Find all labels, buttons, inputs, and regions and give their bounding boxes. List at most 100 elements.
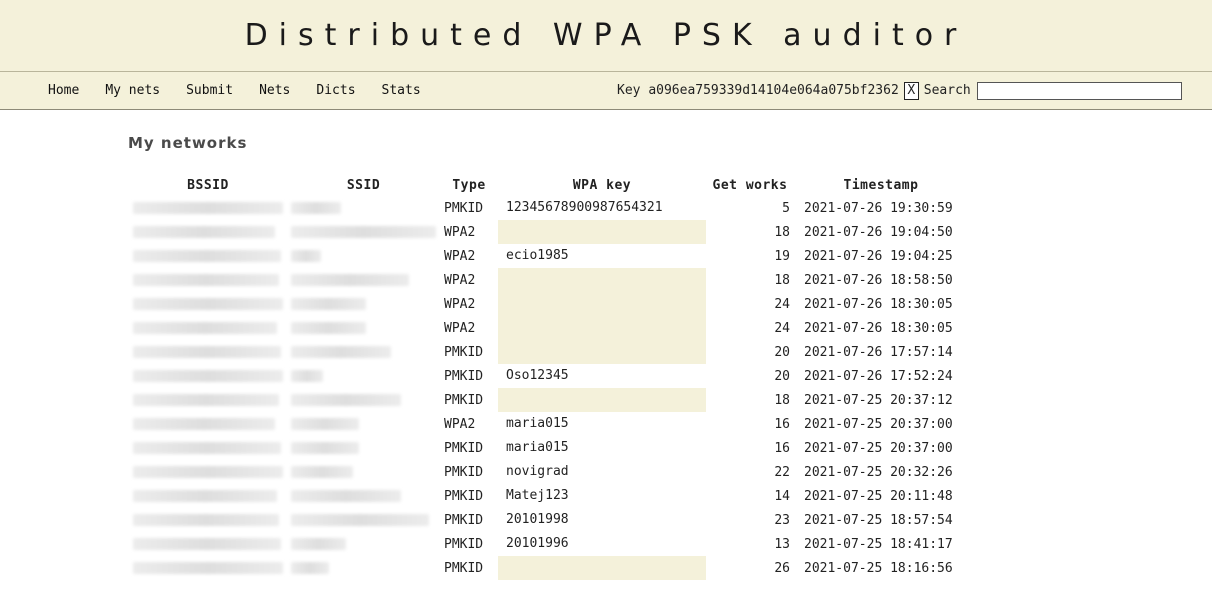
key-search-area: Key a096ea759339d14104e064a075bf2362 X S… — [617, 72, 1182, 109]
get-works-cell: 5 — [782, 200, 790, 216]
get-works-cell: 18 — [774, 392, 790, 408]
nav-my-nets[interactable]: My nets — [105, 83, 160, 98]
table-row: PMKID Oso12345 20 2021-07-26 17:52:24 — [129, 364, 968, 388]
wpa-key-value: novigrad — [506, 464, 569, 479]
bssid-cell — [129, 220, 287, 244]
timestamp-cell: 2021-07-26 17:52:24 — [804, 368, 953, 384]
redacted-bssid — [133, 298, 283, 310]
wpa-key-cell: maria015 — [498, 436, 706, 460]
ssid-cell — [287, 460, 440, 484]
wpa-key-value: ecio1985 — [506, 248, 569, 263]
redacted-ssid — [291, 274, 409, 286]
ssid-cell — [287, 292, 440, 316]
type-cell: PMKID — [444, 536, 484, 552]
wpa-key-cell: ecio1985 — [498, 244, 706, 268]
bssid-cell — [129, 364, 287, 388]
wpa-key-value — [502, 389, 702, 411]
nav-submit[interactable]: Submit — [186, 83, 233, 98]
bssid-cell — [129, 196, 287, 220]
nav-dicts[interactable]: Dicts — [316, 83, 355, 98]
site-header: Distributed WPA PSK auditor — [0, 0, 1212, 72]
redacted-bssid — [133, 322, 277, 334]
key-label: Key — [617, 83, 641, 98]
table-row: PMKID 20101998 23 2021-07-25 18:57:54 — [129, 508, 968, 532]
redacted-ssid — [291, 250, 321, 262]
timestamp-cell: 2021-07-25 18:16:56 — [804, 560, 953, 576]
type-cell: PMKID — [444, 464, 484, 480]
clear-key-button[interactable]: X — [903, 81, 919, 100]
redacted-bssid — [133, 442, 281, 454]
redacted-bssid — [133, 250, 281, 262]
table-row: PMKID maria015 16 2021-07-25 20:37:00 — [129, 436, 968, 460]
get-works-cell: 20 — [774, 368, 790, 384]
ssid-cell — [287, 532, 440, 556]
search-input[interactable] — [976, 81, 1182, 100]
wpa-key-value: 20101998 — [506, 512, 569, 527]
type-cell: PMKID — [444, 488, 484, 504]
redacted-ssid — [291, 538, 346, 550]
ssid-cell — [287, 388, 440, 412]
bssid-cell — [129, 436, 287, 460]
redacted-ssid — [291, 442, 359, 454]
ssid-cell — [287, 196, 440, 220]
col-timestamp: Timestamp — [843, 177, 919, 193]
get-works-cell: 20 — [774, 344, 790, 360]
ssid-cell — [287, 436, 440, 460]
type-cell: WPA2 — [444, 272, 476, 288]
wpa-key-value: Oso12345 — [506, 368, 569, 383]
redacted-ssid — [291, 322, 366, 334]
bssid-cell — [129, 388, 287, 412]
table-row: PMKID 20 2021-07-26 17:57:14 — [129, 340, 968, 364]
bssid-cell — [129, 556, 287, 580]
bssid-cell — [129, 532, 287, 556]
redacted-ssid — [291, 562, 329, 574]
type-cell: WPA2 — [444, 320, 476, 336]
type-cell: PMKID — [444, 344, 484, 360]
bssid-cell — [129, 460, 287, 484]
ssid-cell — [287, 364, 440, 388]
timestamp-cell: 2021-07-26 18:58:50 — [804, 272, 953, 288]
wpa-key-value — [502, 557, 702, 579]
redacted-bssid — [133, 514, 279, 526]
nav-nets[interactable]: Nets — [259, 83, 290, 98]
bssid-cell — [129, 292, 287, 316]
get-works-cell: 16 — [774, 416, 790, 432]
redacted-ssid — [291, 418, 359, 430]
redacted-bssid — [133, 394, 279, 406]
timestamp-cell: 2021-07-26 19:04:50 — [804, 224, 953, 240]
redacted-bssid — [133, 418, 275, 430]
redacted-bssid — [133, 466, 283, 478]
timestamp-cell: 2021-07-25 20:11:48 — [804, 488, 953, 504]
ssid-cell — [287, 508, 440, 532]
nav-stats[interactable]: Stats — [382, 83, 421, 98]
get-works-cell: 23 — [774, 512, 790, 528]
col-ssid: SSID — [346, 177, 381, 193]
col-get-works: Get works — [712, 177, 788, 193]
timestamp-cell: 2021-07-26 19:30:59 — [804, 200, 953, 216]
nav-bar: Home My nets Submit Nets Dicts Stats Key… — [0, 72, 1212, 110]
get-works-cell: 18 — [774, 224, 790, 240]
get-works-cell: 24 — [774, 320, 790, 336]
table-row: WPA2 maria015 16 2021-07-25 20:37:00 — [129, 412, 968, 436]
search-label: Search — [923, 83, 971, 98]
timestamp-cell: 2021-07-26 19:04:25 — [804, 248, 953, 264]
wpa-key-cell: 12345678900987654321 — [498, 196, 706, 220]
get-works-cell: 22 — [774, 464, 790, 480]
type-cell: WPA2 — [444, 224, 476, 240]
type-cell: PMKID — [444, 560, 484, 576]
timestamp-cell: 2021-07-25 20:37:00 — [804, 440, 953, 456]
bssid-cell — [129, 268, 287, 292]
timestamp-cell: 2021-07-26 18:30:05 — [804, 320, 953, 336]
nav-home[interactable]: Home — [48, 83, 79, 98]
wpa-key-cell — [498, 220, 706, 244]
redacted-bssid — [133, 226, 275, 238]
type-cell: WPA2 — [444, 416, 476, 432]
redacted-ssid — [291, 202, 341, 214]
table-row: PMKID 26 2021-07-25 18:16:56 — [129, 556, 968, 580]
redacted-bssid — [133, 538, 281, 550]
wpa-key-value: 20101996 — [506, 536, 569, 551]
redacted-ssid — [291, 466, 353, 478]
table-row: PMKID 12345678900987654321 5 2021-07-26 19:… — [129, 196, 968, 220]
redacted-bssid — [133, 370, 283, 382]
table-row: WPA2 18 2021-07-26 19:04:50 — [129, 220, 968, 244]
